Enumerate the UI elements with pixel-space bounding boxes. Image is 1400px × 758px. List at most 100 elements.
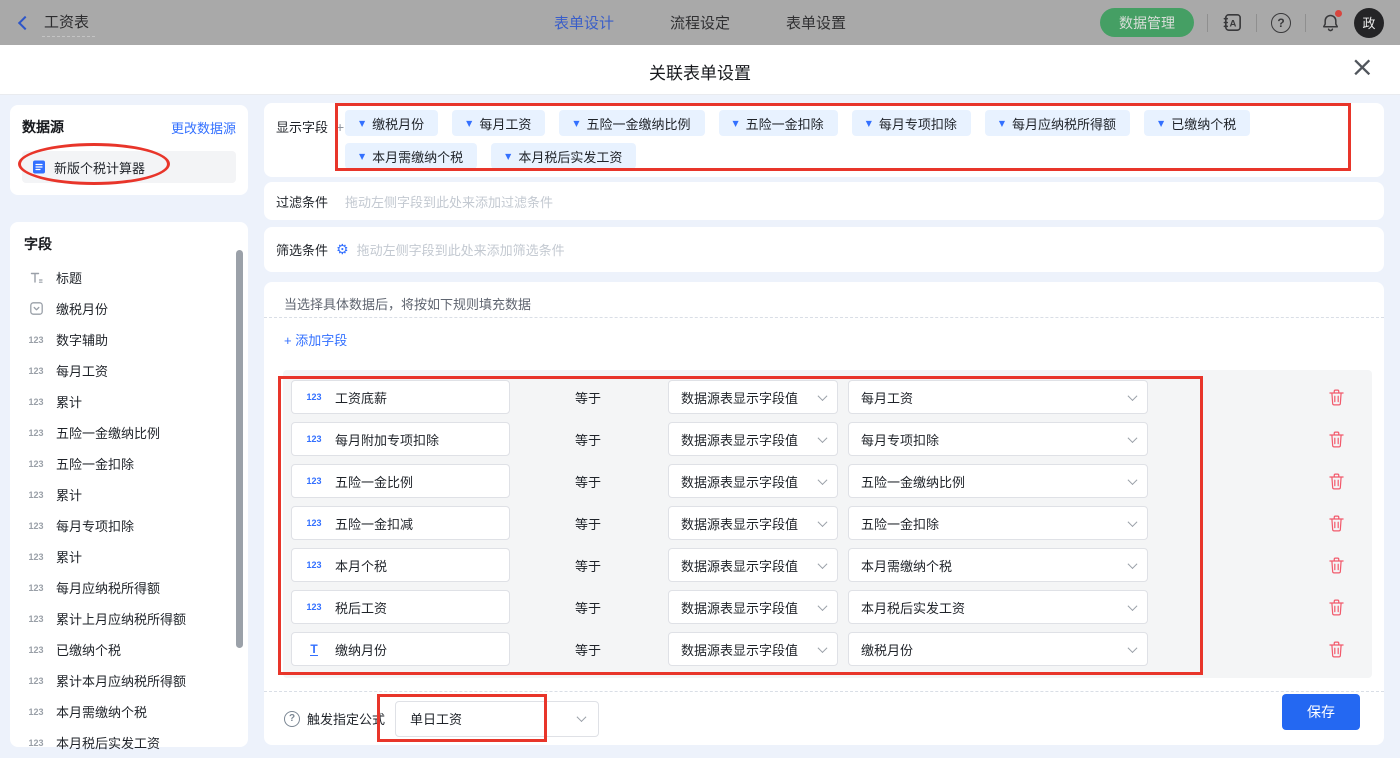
number-field-icon: 123: [24, 397, 48, 407]
data-manage-button[interactable]: 数据管理: [1100, 8, 1194, 37]
source-type-select[interactable]: 数据源表显示字段值: [668, 548, 838, 582]
chevron-down-icon: [1128, 559, 1138, 569]
trash-icon[interactable]: [1329, 557, 1344, 574]
equals-label: 等于: [575, 556, 603, 575]
back-icon[interactable]: [18, 15, 32, 29]
equals-label: 等于: [575, 598, 603, 617]
trash-icon[interactable]: [1329, 641, 1344, 658]
change-datasource-link[interactable]: 更改数据源: [171, 118, 236, 137]
filter-dropzone[interactable]: 拖动左侧字段到此处来添加过滤条件: [345, 192, 553, 211]
question-icon[interactable]: ?: [284, 711, 300, 727]
trash-icon[interactable]: [1329, 473, 1344, 490]
field-list-item[interactable]: 123五险一金缴纳比例: [24, 417, 238, 448]
field-list-item[interactable]: 123累计: [24, 479, 238, 510]
display-field-chip[interactable]: ▼五险一金扣除: [719, 110, 838, 136]
display-field-chip[interactable]: ▼本月税后实发工资: [491, 143, 636, 169]
source-type-select[interactable]: 数据源表显示字段值: [668, 506, 838, 540]
field-list-item[interactable]: 123每月工资: [24, 355, 238, 386]
chip-label: 每月应纳税所得额: [1012, 114, 1116, 133]
target-field-box[interactable]: 123工资底薪: [291, 380, 510, 414]
source-field-select[interactable]: 本月税后实发工资: [848, 590, 1148, 624]
number-field-icon: 123: [24, 676, 48, 686]
field-list-item[interactable]: 标题: [24, 262, 238, 293]
address-book-icon[interactable]: A: [1221, 12, 1243, 34]
chip-row: ▼缴税月份 ▼每月工资 ▼五险一金缴纳比例 ▼五险一金扣除 ▼每月专项扣除 ▼每月应纳税所…: [345, 110, 1361, 136]
target-field-label: 五险一金扣减: [335, 514, 413, 533]
target-field-box[interactable]: 123税后工资: [291, 590, 510, 624]
tab-2[interactable]: 流程设定: [670, 12, 730, 33]
field-list-item[interactable]: 123数字辅助: [24, 324, 238, 355]
source-field-select[interactable]: 每月工资: [848, 380, 1148, 414]
add-display-field-button[interactable]: +: [336, 119, 344, 135]
source-field-select[interactable]: 每月专项扣除: [848, 422, 1148, 456]
chevron-down-icon: [818, 433, 828, 443]
target-field-box[interactable]: 123五险一金比例: [291, 464, 510, 498]
form-title[interactable]: 工资表: [42, 9, 95, 37]
field-list-item[interactable]: 123每月专项扣除: [24, 510, 238, 541]
field-list-item[interactable]: 123累计: [24, 541, 238, 572]
source-type-value: 数据源表显示字段值: [681, 472, 798, 491]
number-field-icon: 123: [302, 602, 326, 612]
source-field-select[interactable]: 缴税月份: [848, 632, 1148, 666]
save-button[interactable]: 保存: [1282, 694, 1360, 730]
datasource-selected-item[interactable]: 新版个税计算器: [22, 151, 236, 183]
chevron-down-icon: [1128, 433, 1138, 443]
source-type-select[interactable]: 数据源表显示字段值: [668, 590, 838, 624]
target-field-box[interactable]: 123五险一金扣减: [291, 506, 510, 540]
field-item-label: 累计: [56, 392, 82, 411]
display-field-chip[interactable]: ▼本月需缴纳个税: [345, 143, 477, 169]
scrollbar-thumb[interactable]: [236, 250, 243, 648]
chevron-down-icon: [1128, 517, 1138, 527]
field-list-item[interactable]: 123每月应纳税所得额: [24, 572, 238, 603]
source-type-select[interactable]: 数据源表显示字段值: [668, 422, 838, 456]
source-type-select[interactable]: 数据源表显示字段值: [668, 464, 838, 498]
chip-row: ▼本月需缴纳个税 ▼本月税后实发工资: [345, 143, 1361, 169]
source-field-select[interactable]: 五险一金缴纳比例: [848, 464, 1148, 498]
field-list-item[interactable]: 123 累计: [24, 386, 238, 417]
topbar-tabs: 表单设计 流程设定 表单设置: [554, 0, 846, 45]
target-field-box[interactable]: 123本月个税: [291, 548, 510, 582]
trash-icon[interactable]: [1329, 515, 1344, 532]
field-list-item[interactable]: 123本月税后实发工资: [24, 727, 238, 758]
target-field-box[interactable]: T缴纳月份: [291, 632, 510, 666]
trash-icon[interactable]: [1329, 599, 1344, 616]
field-list-item[interactable]: 123累计本月应纳税所得额: [24, 665, 238, 696]
add-field-button[interactable]: + 添加字段: [284, 330, 347, 349]
source-field-value: 每月专项扣除: [861, 430, 939, 449]
display-field-chip[interactable]: ▼每月专项扣除: [852, 110, 971, 136]
source-field-select[interactable]: 五险一金扣除: [848, 506, 1148, 540]
source-field-select[interactable]: 本月需缴纳个税: [848, 548, 1148, 582]
tab-3[interactable]: 表单设置: [786, 12, 846, 33]
number-field-icon: 123: [302, 560, 326, 570]
bell-icon[interactable]: [1319, 12, 1341, 34]
field-list-item[interactable]: 123本月需缴纳个税: [24, 696, 238, 727]
source-type-select[interactable]: 数据源表显示字段值: [668, 632, 838, 666]
close-icon[interactable]: ×: [1351, 53, 1374, 81]
display-field-chip[interactable]: ▼已缴纳个税: [1144, 110, 1250, 136]
source-type-select[interactable]: 数据源表显示字段值: [668, 380, 838, 414]
mapping-panel: 123工资底薪等于数据源表显示字段值每月工资123每月附加专项扣除等于数据源表显…: [283, 370, 1372, 678]
number-field-icon: 123: [24, 614, 48, 624]
screening-dropzone[interactable]: 拖动左侧字段到此处来添加筛选条件: [357, 240, 565, 259]
field-list-item[interactable]: 123累计上月应纳税所得额: [24, 603, 238, 634]
trash-icon[interactable]: [1329, 431, 1344, 448]
chevron-down-icon: [1128, 391, 1138, 401]
modal-header: 关联表单设置 ×: [0, 45, 1400, 95]
help-icon[interactable]: ?: [1270, 12, 1292, 34]
trash-icon[interactable]: [1329, 389, 1344, 406]
gear-icon[interactable]: ⚙: [336, 242, 349, 258]
field-list-item[interactable]: 123五险一金扣除: [24, 448, 238, 479]
display-field-chip[interactable]: ▼缴税月份: [345, 110, 438, 136]
trigger-formula-select[interactable]: 单日工资: [395, 701, 599, 737]
chevron-down-icon: [818, 517, 828, 527]
field-list-item[interactable]: 123已缴纳个税: [24, 634, 238, 665]
chevron-down-icon: [818, 391, 828, 401]
field-list-item[interactable]: 缴税月份: [24, 293, 238, 324]
tab-1[interactable]: 表单设计: [554, 12, 614, 33]
display-field-chip[interactable]: ▼五险一金缴纳比例: [559, 110, 704, 136]
target-field-box[interactable]: 123每月附加专项扣除: [291, 422, 510, 456]
avatar[interactable]: 政: [1354, 8, 1384, 38]
display-field-chip[interactable]: ▼每月工资: [452, 110, 545, 136]
display-field-chip[interactable]: ▼每月应纳税所得额: [985, 110, 1130, 136]
datasource-name: 新版个税计算器: [54, 158, 145, 177]
